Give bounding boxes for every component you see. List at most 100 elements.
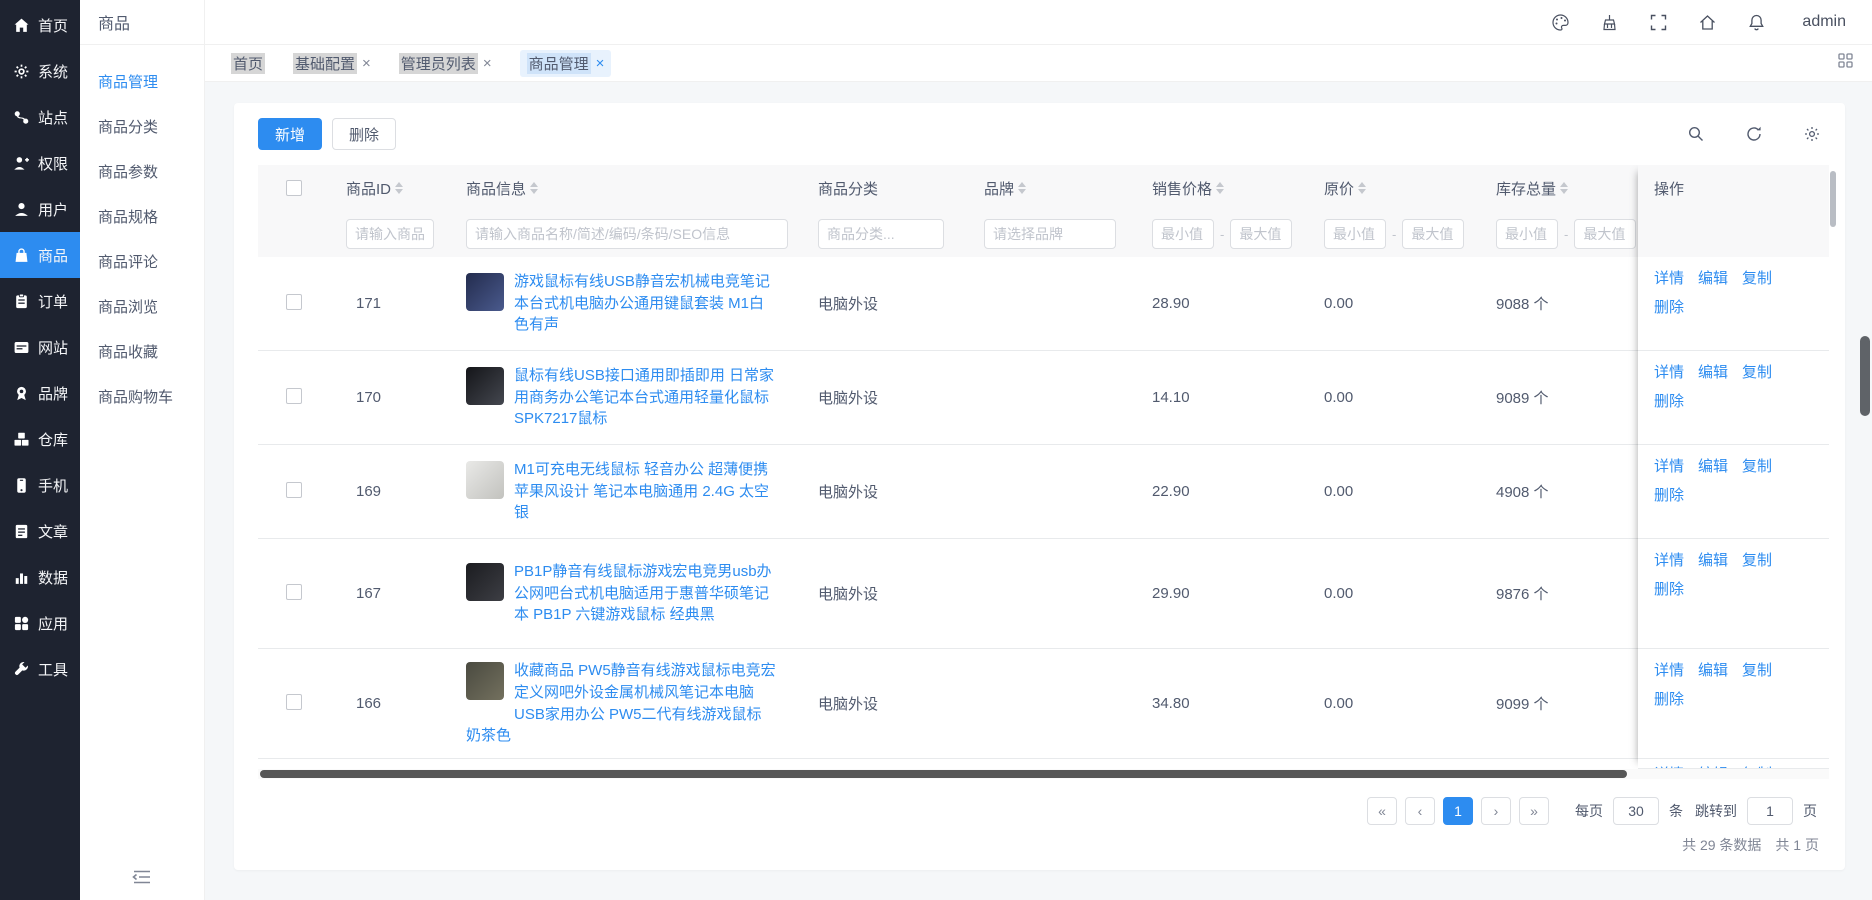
edit-link[interactable]: 编辑 [1698, 359, 1728, 388]
home-icon[interactable] [1698, 13, 1717, 32]
delete-link[interactable]: 删除 [1654, 576, 1684, 605]
sort-caret[interactable] [1018, 182, 1027, 194]
sidebar-item-data[interactable]: 数据 [0, 554, 80, 600]
sidebar-item-order[interactable]: 订单 [0, 278, 80, 324]
detail-link[interactable]: 详情 [1654, 359, 1684, 388]
tab-admin-list[interactable]: 管理员列表 × [398, 52, 492, 74]
sort-caret[interactable] [530, 182, 539, 194]
submenu-item-goods-manage[interactable]: 商品管理 [80, 59, 204, 104]
sort-caret[interactable] [1358, 182, 1367, 194]
filter-product-info-input[interactable] [466, 219, 788, 249]
row-checkbox[interactable] [286, 583, 302, 600]
sidebar-item-home[interactable]: 首页 [0, 2, 80, 48]
detail-link[interactable]: 详情 [1654, 761, 1684, 768]
detail-link[interactable]: 详情 [1654, 657, 1684, 686]
copy-link[interactable]: 复制 [1742, 761, 1772, 768]
user-menu[interactable]: admin [1802, 13, 1846, 31]
sort-caret[interactable] [1560, 182, 1569, 194]
detail-link[interactable]: 详情 [1654, 453, 1684, 482]
delete-button[interactable]: 删除 [332, 118, 397, 150]
clear-cache-icon[interactable] [1600, 13, 1619, 32]
submenu-item-goods-favorite[interactable]: 商品收藏 [80, 329, 204, 374]
filter-stock-min-input[interactable] [1496, 219, 1558, 249]
filter-category-input[interactable] [818, 219, 944, 249]
refresh-icon[interactable] [1745, 125, 1763, 143]
filter-sale-min-input[interactable] [1152, 219, 1214, 249]
sidebar-item-tools[interactable]: 工具 [0, 646, 80, 692]
close-icon[interactable]: × [362, 56, 371, 71]
search-icon[interactable] [1687, 125, 1705, 143]
submenu-item-goods-params[interactable]: 商品参数 [80, 149, 204, 194]
edit-link[interactable]: 编辑 [1698, 657, 1728, 686]
sidebar-item-article[interactable]: 文章 [0, 508, 80, 554]
filter-product-id-input[interactable] [346, 219, 434, 249]
product-title-link[interactable]: 收藏商品 PW5静音有线游戏鼠标电竞宏定义网吧外设金属机械风笔记本电脑USB家用… [466, 662, 776, 744]
notification-bell-icon[interactable] [1747, 13, 1766, 32]
jump-page-input[interactable] [1747, 797, 1793, 825]
tab-options-icon[interactable] [1837, 52, 1854, 69]
sidebar-item-permission[interactable]: 权限 [0, 140, 80, 186]
sidebar-item-apps[interactable]: 应用 [0, 600, 80, 646]
table-vertical-scrollbar[interactable] [1829, 165, 1837, 769]
per-page-input[interactable] [1613, 797, 1659, 825]
filter-sale-max-input[interactable] [1230, 219, 1293, 249]
prev-page-button[interactable]: ‹ [1405, 797, 1435, 825]
table-horizontal-scrollbar[interactable] [258, 769, 1829, 779]
delete-link[interactable]: 删除 [1654, 294, 1684, 323]
filter-original-max-input[interactable] [1402, 219, 1465, 249]
fullscreen-icon[interactable] [1649, 13, 1668, 32]
tab-goods-manage[interactable]: 商品管理 × [519, 49, 612, 77]
product-title-link[interactable]: 鼠标有线USB接口通用即插即用 日常家用商务办公笔记本台式通用轻量化鼠标 SPK… [514, 367, 774, 428]
sidebar-item-warehouse[interactable]: 仓库 [0, 416, 80, 462]
scrollbar-thumb[interactable] [260, 770, 1627, 778]
palette-icon[interactable] [1551, 13, 1570, 32]
sidebar-item-site[interactable]: 站点 [0, 94, 80, 140]
select-all-checkbox[interactable] [286, 180, 302, 196]
row-checkbox[interactable] [286, 481, 302, 498]
page-number-button[interactable]: 1 [1443, 797, 1473, 825]
next-page-button[interactable]: › [1481, 797, 1511, 825]
add-button[interactable]: 新增 [258, 118, 323, 150]
product-title-link[interactable]: M1可充电无线鼠标 轻音办公 超薄便携 苹果风设计 笔记本电脑通用 2.4G 太… [514, 461, 769, 522]
submenu-item-goods-comment[interactable]: 商品评论 [80, 239, 204, 284]
row-checkbox[interactable] [286, 693, 302, 710]
sidebar-item-phone[interactable]: 手机 [0, 462, 80, 508]
detail-link[interactable]: 详情 [1654, 547, 1684, 576]
product-title-link[interactable]: 游戏鼠标有线USB静音宏机械电竞笔记本台式机电脑办公通用键鼠套装 M1白色有声 [514, 273, 770, 334]
sidebar-item-website[interactable]: 网站 [0, 324, 80, 370]
delete-link[interactable]: 删除 [1654, 482, 1684, 511]
sidebar-item-user[interactable]: 用户 [0, 186, 80, 232]
edit-link[interactable]: 编辑 [1698, 453, 1728, 482]
product-title-link[interactable]: PB1P静音有线鼠标游戏宏电竞男usb办公网吧台式机电脑适用于惠普华硕笔记本 P… [514, 563, 772, 624]
edit-link[interactable]: 编辑 [1698, 761, 1728, 768]
copy-link[interactable]: 复制 [1742, 265, 1772, 294]
first-page-button[interactable]: « [1367, 797, 1397, 825]
copy-link[interactable]: 复制 [1742, 657, 1772, 686]
tab-home[interactable]: 首页 [231, 52, 266, 74]
sort-caret[interactable] [395, 182, 404, 194]
sort-caret[interactable] [1216, 182, 1225, 194]
edit-link[interactable]: 编辑 [1698, 265, 1728, 294]
submenu-item-goods-category[interactable]: 商品分类 [80, 104, 204, 149]
last-page-button[interactable]: » [1519, 797, 1549, 825]
submenu-item-goods-spec[interactable]: 商品规格 [80, 194, 204, 239]
delete-link[interactable]: 删除 [1654, 686, 1684, 715]
row-checkbox[interactable] [286, 387, 302, 404]
edit-link[interactable]: 编辑 [1698, 547, 1728, 576]
filter-original-min-input[interactable] [1324, 219, 1386, 249]
row-checkbox[interactable] [286, 293, 302, 310]
tab-basic-config[interactable]: 基础配置 × [293, 52, 371, 74]
sidebar-item-brand[interactable]: 品牌 [0, 370, 80, 416]
page-scrollbar-thumb[interactable] [1860, 336, 1870, 416]
close-icon[interactable]: × [483, 56, 492, 71]
scrollbar-thumb[interactable] [1830, 171, 1836, 227]
submenu-item-goods-view[interactable]: 商品浏览 [80, 284, 204, 329]
copy-link[interactable]: 复制 [1742, 547, 1772, 576]
detail-link[interactable]: 详情 [1654, 265, 1684, 294]
copy-link[interactable]: 复制 [1742, 359, 1772, 388]
collapse-sidebar-icon[interactable] [131, 866, 153, 888]
submenu-item-goods-cart[interactable]: 商品购物车 [80, 374, 204, 419]
filter-brand-select[interactable] [984, 219, 1116, 249]
filter-stock-max-input[interactable] [1574, 219, 1637, 249]
settings-gear-icon[interactable] [1803, 125, 1821, 143]
